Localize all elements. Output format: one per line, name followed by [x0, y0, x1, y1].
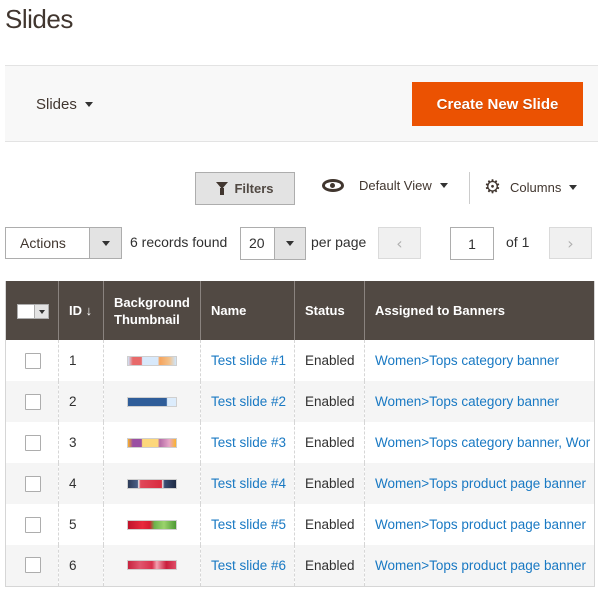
- cell-status: Enabled: [294, 504, 365, 545]
- row-checkbox[interactable]: [25, 516, 41, 533]
- cell-status: Enabled: [294, 545, 365, 586]
- cell-id: 2: [58, 381, 104, 422]
- assigned-banners-link[interactable]: Women>Tops category banner, Wor: [375, 435, 590, 450]
- actions-toggle[interactable]: [89, 228, 121, 258]
- view-label: Default View: [359, 178, 432, 193]
- assigned-banners-link[interactable]: Women>Tops product page banner: [375, 476, 586, 491]
- cell-id: 1: [58, 340, 104, 381]
- column-header-name[interactable]: Name: [200, 281, 295, 340]
- page-total: of 1: [506, 234, 530, 250]
- slide-name-link[interactable]: Test slide #3: [211, 435, 286, 450]
- filters-label: Filters: [234, 181, 274, 196]
- column-header-banners[interactable]: Assigned to Banners: [364, 281, 595, 340]
- chevron-down-icon: [286, 241, 294, 246]
- previous-page-button[interactable]: ‹: [378, 227, 421, 259]
- row-checkbox[interactable]: [25, 434, 41, 451]
- create-new-slide-button[interactable]: Create New Slide: [412, 82, 583, 126]
- table-row[interactable]: 1 Test slide #1 Enabled Women>Tops categ…: [6, 340, 595, 381]
- slide-name-link[interactable]: Test slide #6: [211, 558, 286, 573]
- filters-button[interactable]: Filters: [195, 172, 295, 205]
- cell-status: Enabled: [294, 381, 365, 422]
- gear-icon: ⚙: [484, 177, 502, 198]
- records-found: 6 records found: [130, 234, 228, 250]
- assigned-banners-link[interactable]: Women>Tops product page banner: [375, 517, 586, 532]
- table-row[interactable]: 6 Test slide #6 Enabled Women>Tops produ…: [5, 545, 595, 586]
- assigned-banners-link[interactable]: Women>Tops category banner: [375, 353, 559, 368]
- columns-label: Columns: [510, 180, 562, 195]
- columns-dropdown[interactable]: ⚙ Columns: [484, 177, 578, 198]
- berries-thumbnail-image: [127, 478, 177, 489]
- cell-id: 6: [58, 545, 104, 586]
- chevron-down-icon: [38, 309, 45, 314]
- row-checkbox[interactable]: [25, 557, 41, 574]
- cell-status: Enabled: [294, 422, 365, 463]
- toolbar-divider: [469, 172, 470, 204]
- cell-id: 5: [58, 504, 104, 545]
- grid-header-row: ID ↓ Background Thumbnail Name Status As…: [5, 281, 595, 340]
- slide-name-link[interactable]: Test slide #1: [211, 353, 286, 368]
- banner-thumbnail-image: [127, 437, 177, 448]
- assigned-banners-link[interactable]: Women>Tops category banner: [375, 394, 559, 409]
- chevron-right-icon: ›: [567, 233, 574, 253]
- actions-label: Actions: [20, 235, 66, 251]
- select-all-box[interactable]: [18, 305, 34, 319]
- row-checkbox[interactable]: [25, 352, 41, 369]
- slide-name-link[interactable]: Test slide #4: [211, 476, 286, 491]
- eye-icon: [322, 179, 344, 192]
- page-actions-bar: Slides Create New Slide: [5, 65, 598, 142]
- switcher-label: Slides: [36, 96, 77, 113]
- per-page-toggle[interactable]: [274, 228, 305, 259]
- next-page-button[interactable]: ›: [549, 227, 592, 259]
- per-page-select[interactable]: 20: [240, 227, 306, 260]
- slide-name-link[interactable]: Test slide #5: [211, 517, 286, 532]
- row-checkbox[interactable]: [25, 475, 41, 492]
- store-switcher-dropdown[interactable]: Slides: [36, 96, 93, 113]
- chevron-left-icon: ‹: [396, 233, 403, 253]
- row-checkbox[interactable]: [25, 393, 41, 410]
- banner-thumbnail-image: [127, 355, 177, 366]
- assigned-banners-link[interactable]: Women>Tops product page banner: [375, 558, 586, 573]
- filter-icon: [216, 182, 229, 195]
- table-row[interactable]: 4 Test slide #4 Enabled Women>Tops produ…: [5, 463, 595, 504]
- chevron-down-icon: [101, 240, 110, 246]
- slide-name-link[interactable]: Test slide #2: [211, 394, 286, 409]
- actions-dropdown[interactable]: Actions: [5, 227, 122, 259]
- mass-select-toggle[interactable]: [34, 305, 48, 319]
- chevron-down-icon: [569, 185, 578, 190]
- table-row[interactable]: 5 Test slide #5 Enabled Women>Tops produ…: [6, 504, 595, 545]
- cell-id: 3: [58, 422, 104, 463]
- cell-id: 4: [58, 463, 104, 504]
- current-page-input[interactable]: [450, 227, 494, 260]
- per-page-value: 20: [249, 235, 265, 251]
- cell-status: Enabled: [294, 463, 365, 504]
- table-row[interactable]: 2 Test slide #2 Enabled Women>Tops categ…: [5, 381, 595, 422]
- slides-grid: ID ↓ Background Thumbnail Name Status As…: [5, 281, 595, 587]
- column-header-select: [5, 281, 59, 340]
- strawberries-thumbnail-image: [127, 519, 177, 530]
- column-header-thumbnail[interactable]: Background Thumbnail: [103, 281, 201, 340]
- banner-thumbnail-image: [127, 396, 177, 407]
- mass-select-checkbox[interactable]: [17, 304, 49, 320]
- default-view-dropdown[interactable]: Default View: [322, 178, 448, 193]
- page-title: Slides: [5, 4, 73, 34]
- column-header-id[interactable]: ID ↓: [58, 281, 104, 340]
- chevron-down-icon: [439, 183, 448, 188]
- chevron-down-icon: [84, 102, 93, 107]
- table-row[interactable]: 3 Test slide #3 Enabled Women>Tops categ…: [6, 422, 595, 463]
- cell-status: Enabled: [294, 340, 365, 381]
- raspberries-thumbnail-image: [127, 560, 177, 571]
- column-header-status[interactable]: Status: [294, 281, 365, 340]
- per-page-label: per page: [311, 234, 367, 250]
